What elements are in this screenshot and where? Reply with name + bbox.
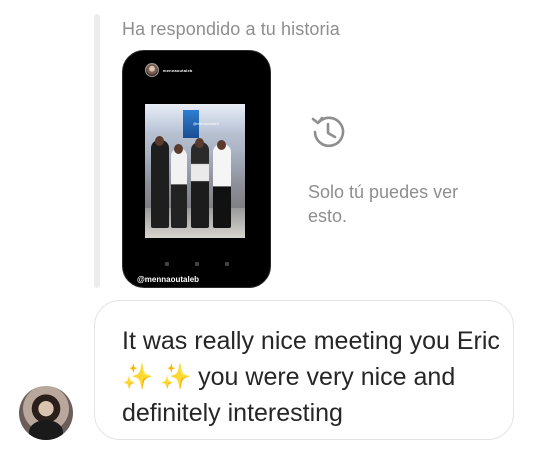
nav-back-icon [164,262,169,266]
nav-recent-icon [224,262,229,266]
history-icon [311,116,345,148]
story-nav-bar [123,262,270,266]
nav-home-icon [194,262,199,266]
reply-context-label: Ha respondido a tu historia [122,19,340,39]
avatar[interactable] [19,386,73,440]
story-overlay-tag: @mennaoutaleb [193,122,219,126]
story-header: mennaoutaleb [145,63,193,77]
message-text: It was really nice meeting you Eric ✨ ✨ … [122,327,500,427]
private-note: Solo tú puedes ver esto. [308,182,459,226]
reply-quote-bar [94,14,100,288]
story-preview[interactable]: mennaoutaleb @mennaoutaleb @mennaoutaleb [122,50,271,288]
story-username: mennaoutaleb [163,67,193,73]
story-mention: @mennaoutaleb [137,275,200,284]
story-avatar [145,63,159,77]
story-photo: @mennaoutaleb [145,104,245,238]
